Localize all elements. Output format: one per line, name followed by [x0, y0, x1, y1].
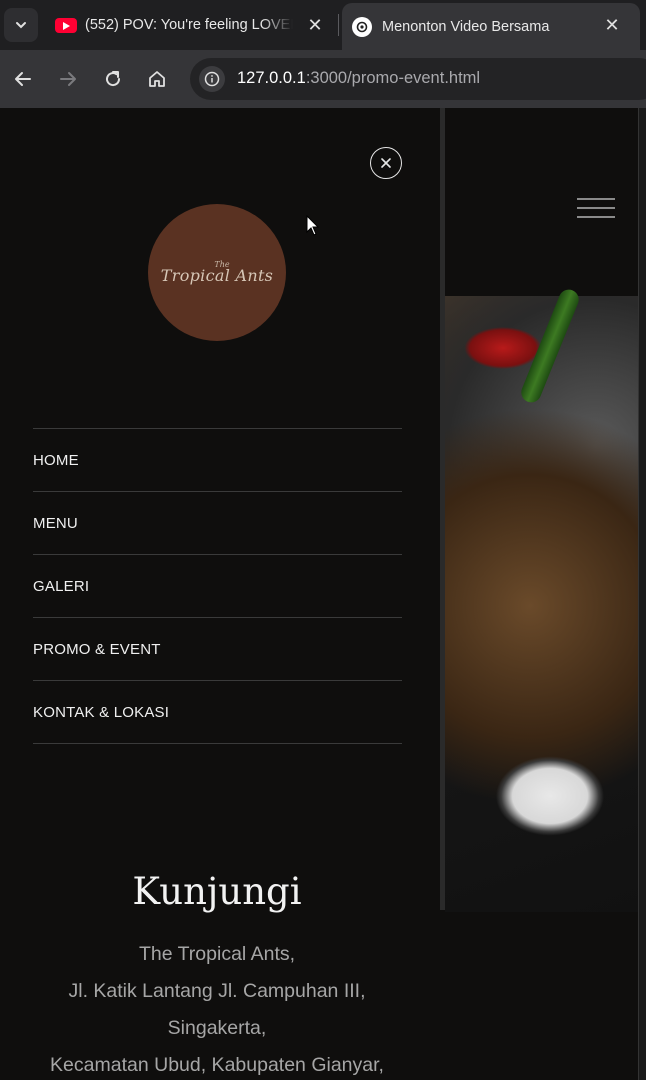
mouse-cursor-icon: [306, 215, 320, 236]
address-line: Singakerta,: [167, 1017, 267, 1039]
tab-title: Menonton Video Bersama: [382, 18, 550, 35]
back-arrow-icon: [15, 72, 31, 86]
tab-title: (552) POV: You're feeling LOVED: [85, 17, 293, 33]
address-line: Jl. Katik Lantang Jl. Campuhan III,: [68, 980, 366, 1002]
address-block: The Tropical Ants, Jl. Katik Lantang Jl.…: [0, 936, 434, 1080]
home-icon: [149, 71, 165, 87]
tab-chatgpt[interactable]: Menonton Video Bersama ✕: [342, 3, 640, 50]
reload-button[interactable]: [100, 66, 126, 92]
tab-separator: [338, 14, 339, 36]
browser-tab-strip: (552) POV: You're feeling LOVED ✕ Menont…: [0, 0, 646, 50]
chatgpt-icon: [352, 17, 372, 37]
chevron-down-icon: [16, 22, 26, 29]
browser-toolbar: 127.0.0.1:3000/promo-event.html: [0, 50, 646, 108]
forward-button[interactable]: [55, 66, 81, 92]
home-button[interactable]: [144, 66, 170, 92]
main-nav: HOME MENU GALERI PROMO & EVENT KONTAK & …: [33, 428, 402, 744]
drawer-scrollbar[interactable]: [440, 108, 445, 910]
close-icon[interactable]: ✕: [602, 15, 622, 35]
tab-search-button[interactable]: [4, 8, 38, 42]
reload-icon: [106, 71, 121, 87]
close-menu-button[interactable]: [370, 147, 402, 179]
page-scrollbar[interactable]: [638, 108, 646, 1080]
hero-food-image: [445, 296, 638, 912]
back-button[interactable]: [10, 66, 36, 92]
nav-item-menu[interactable]: MENU: [33, 492, 402, 555]
side-menu-drawer: The Tropical Ants HOME MENU GALERI PROMO…: [0, 108, 440, 1080]
page-viewport: The Tropical Ants HOME MENU GALERI PROMO…: [0, 108, 646, 1080]
nav-item-kontak-lokasi[interactable]: KONTAK & LOKASI: [33, 681, 402, 744]
close-icon[interactable]: ✕: [305, 15, 325, 35]
site-info-button[interactable]: [199, 66, 225, 92]
forward-arrow-icon: [60, 72, 76, 86]
nav-item-home[interactable]: HOME: [33, 429, 402, 492]
info-icon: [204, 71, 220, 87]
nav-item-galeri[interactable]: GALERI: [33, 555, 402, 618]
url-text: 127.0.0.1:3000/promo-event.html: [237, 69, 481, 87]
hamburger-menu-icon[interactable]: [577, 198, 615, 220]
address-line: The Tropical Ants,: [138, 943, 296, 965]
nav-item-promo-event[interactable]: PROMO & EVENT: [33, 618, 402, 681]
youtube-icon: [55, 18, 77, 33]
logo-brand-text: Tropical Ants: [160, 266, 274, 285]
visit-heading: Kunjungi: [132, 870, 302, 913]
address-bar[interactable]: 127.0.0.1:3000/promo-event.html: [190, 58, 646, 100]
tab-youtube[interactable]: (552) POV: You're feeling LOVED ✕: [44, 6, 338, 44]
address-line: Kecamatan Ubud, Kabupaten Gianyar,: [50, 1054, 384, 1076]
close-icon: [381, 158, 391, 168]
brand-logo[interactable]: The Tropical Ants: [148, 204, 286, 341]
